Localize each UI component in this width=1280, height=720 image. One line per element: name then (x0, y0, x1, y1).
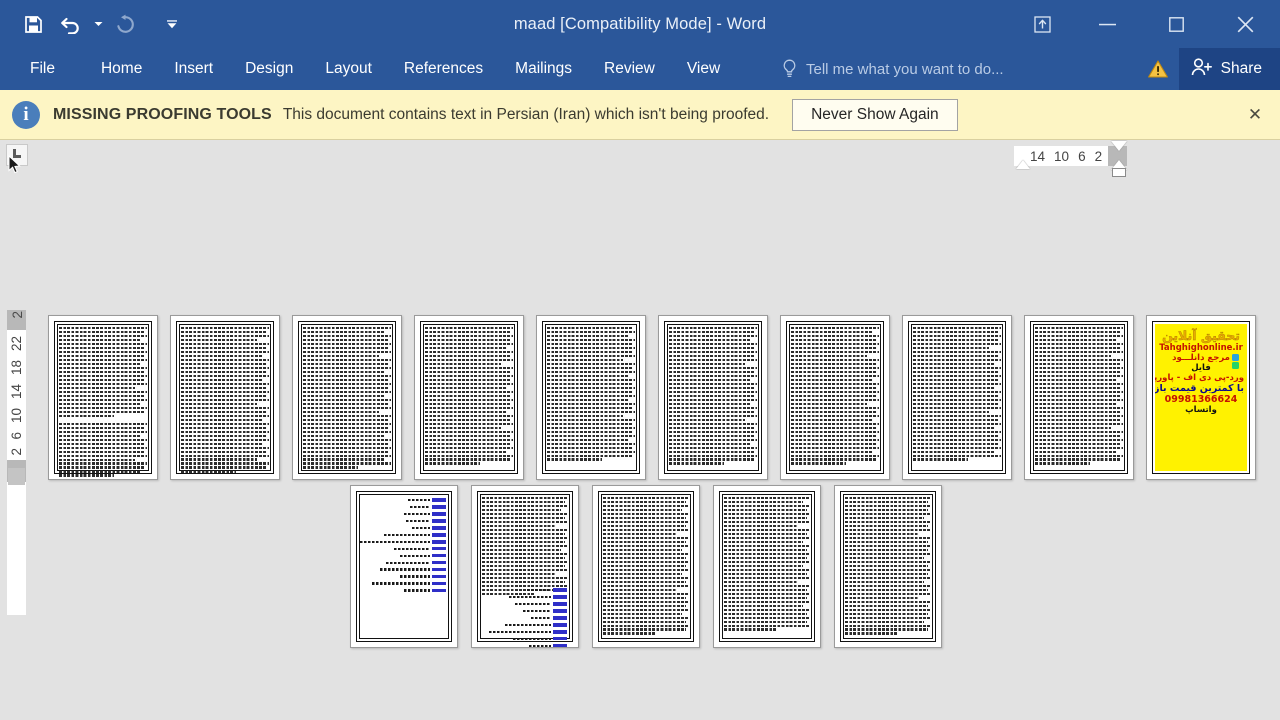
page-text-block (181, 327, 269, 473)
whatsapp-icon (1232, 362, 1239, 369)
telegram-icon (1232, 354, 1239, 361)
never-show-again-button[interactable]: Never Show Again (792, 98, 958, 131)
ribbon-right-controls: Share (1137, 48, 1280, 90)
tab-file[interactable]: File (0, 48, 85, 90)
advert-price: با کمترین قیمت بازار (1155, 382, 1244, 394)
page-thumbnail-toc[interactable] (350, 485, 458, 648)
page-thumbnail[interactable] (713, 485, 821, 648)
page-text-block (913, 327, 1001, 461)
tab-review[interactable]: Review (588, 48, 671, 90)
advert-title: تحقیق آنلاین (1162, 328, 1241, 343)
warning-icon[interactable] (1137, 48, 1179, 90)
ribbon-tabs: File Home Insert Design Layout Reference… (0, 48, 736, 90)
page-text-block (303, 327, 391, 469)
title-bar: maad [Compatibility Mode] - Word (0, 0, 1280, 48)
page-thumbnail-text-toc[interactable] (471, 485, 579, 648)
page-text-block (603, 497, 689, 635)
message-bar-heading: MISSING PROOFING TOOLS (53, 105, 272, 123)
customize-qat-icon[interactable] (154, 7, 190, 41)
document-workspace: 14 10 6 2 2 2 6 10 14 18 22 تحقیق آنلاین… (0, 140, 1280, 720)
share-button[interactable]: Share (1178, 48, 1280, 90)
advert-formats: ورد-پی دی اف - پاورپوینت (1155, 372, 1244, 383)
message-bar-body: This document contains text in Persian (… (282, 105, 770, 123)
page-thumbnail[interactable] (414, 315, 524, 480)
ribbon-display-options-icon[interactable] (1011, 0, 1073, 48)
restore-icon[interactable] (1142, 0, 1211, 48)
page-text-block (845, 497, 931, 635)
advert-whatsapp: واتساپ (1185, 404, 1217, 415)
tab-layout[interactable]: Layout (309, 48, 388, 90)
advert-social-icons (1232, 354, 1239, 369)
page-thumbnail[interactable] (592, 485, 700, 648)
page-text-block (547, 327, 635, 461)
advert-phone: 09981366624 (1164, 393, 1238, 405)
advertisement-block: تحقیق آنلاین Tahghighonline.ir مرجع دانل… (1155, 324, 1247, 471)
quick-access-toolbar (0, 7, 190, 41)
page-text-block (1035, 327, 1123, 465)
page-thumbnail[interactable] (1024, 315, 1134, 480)
tell-me-search[interactable]: Tell me what you want to do... (782, 48, 1004, 90)
page-thumbnail[interactable] (780, 315, 890, 480)
table-of-contents-block (360, 498, 446, 593)
tab-references[interactable]: References (388, 48, 499, 90)
lightbulb-icon (782, 59, 797, 79)
page-row-2 (350, 485, 942, 648)
save-icon[interactable] (14, 7, 52, 41)
page-text-block (791, 327, 879, 465)
page-thumbnail[interactable] (658, 315, 768, 480)
page-thumbnail[interactable] (902, 315, 1012, 480)
page-thumbnail[interactable] (536, 315, 646, 480)
share-person-add-icon (1191, 57, 1213, 82)
tell-me-placeholder-text: Tell me what you want to do... (806, 60, 1004, 78)
tab-insert[interactable]: Insert (158, 48, 229, 90)
page-text-block (724, 497, 810, 631)
tab-mailings[interactable]: Mailings (499, 48, 588, 90)
page-text-block (425, 327, 513, 465)
page-text-block (482, 497, 568, 596)
page-thumbnail-area: تحقیق آنلاین Tahghighonline.ir مرجع دانل… (0, 140, 1280, 720)
ribbon-tab-strip: File Home Insert Design Layout Reference… (0, 48, 1280, 90)
tab-view[interactable]: View (671, 48, 736, 90)
page-thumbnail[interactable] (170, 315, 280, 480)
advert-url: Tahghighonline.ir (1159, 343, 1243, 354)
undo-dropdown-chevron-down-icon[interactable] (90, 7, 106, 41)
page-text-block (59, 327, 147, 477)
page-thumbnail[interactable] (292, 315, 402, 480)
undo-icon[interactable] (52, 7, 90, 41)
page-thumbnail-advert[interactable]: تحقیق آنلاین Tahghighonline.ir مرجع دانل… (1146, 315, 1256, 480)
page-thumbnail[interactable] (834, 485, 942, 648)
minimize-icon[interactable] (1073, 0, 1142, 48)
page-text-block (669, 327, 757, 465)
table-of-contents-block (484, 588, 567, 647)
close-icon[interactable] (1211, 0, 1280, 48)
tab-home[interactable]: Home (85, 48, 158, 90)
missing-proofing-tools-message-bar: i MISSING PROOFING TOOLS This document c… (0, 90, 1280, 140)
share-label: Share (1220, 60, 1262, 77)
redo-icon[interactable] (106, 7, 144, 41)
tab-design[interactable]: Design (229, 48, 309, 90)
page-thumbnail[interactable] (48, 315, 158, 480)
message-bar-close-icon[interactable]: ✕ (1242, 90, 1268, 140)
info-icon: i (12, 100, 40, 129)
window-controls (1011, 0, 1280, 48)
page-row-1: تحقیق آنلاین Tahghighonline.ir مرجع دانل… (48, 315, 1256, 480)
